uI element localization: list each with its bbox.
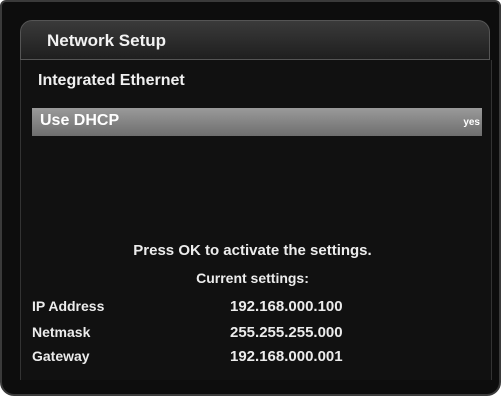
ip-address-label: IP Address <box>32 298 105 314</box>
use-dhcp-option[interactable]: Use DHCP yes <box>32 108 482 136</box>
use-dhcp-value: yes <box>463 117 480 128</box>
ip-address-row: IP Address 192.168.000.100 <box>32 298 472 318</box>
network-setup-screen: Network Setup Integrated Ethernet Use DH… <box>0 0 501 396</box>
current-settings-heading: Current settings: <box>196 270 309 286</box>
activate-prompt: Press OK to activate the settings. <box>133 242 372 259</box>
ip-address-value: 192.168.000.100 <box>230 298 343 315</box>
netmask-value: 255.255.255.000 <box>230 324 343 341</box>
title-bar: Network Setup <box>20 20 490 60</box>
gateway-value: 192.168.000.001 <box>230 348 343 365</box>
section-title: Integrated Ethernet <box>38 72 185 89</box>
use-dhcp-label: Use DHCP <box>40 112 120 129</box>
gateway-row: Gateway 192.168.000.001 <box>32 348 472 368</box>
window-title: Network Setup <box>47 31 167 50</box>
netmask-label: Netmask <box>32 324 91 340</box>
netmask-row: Netmask 255.255.255.000 <box>32 324 472 344</box>
gateway-label: Gateway <box>32 348 90 364</box>
